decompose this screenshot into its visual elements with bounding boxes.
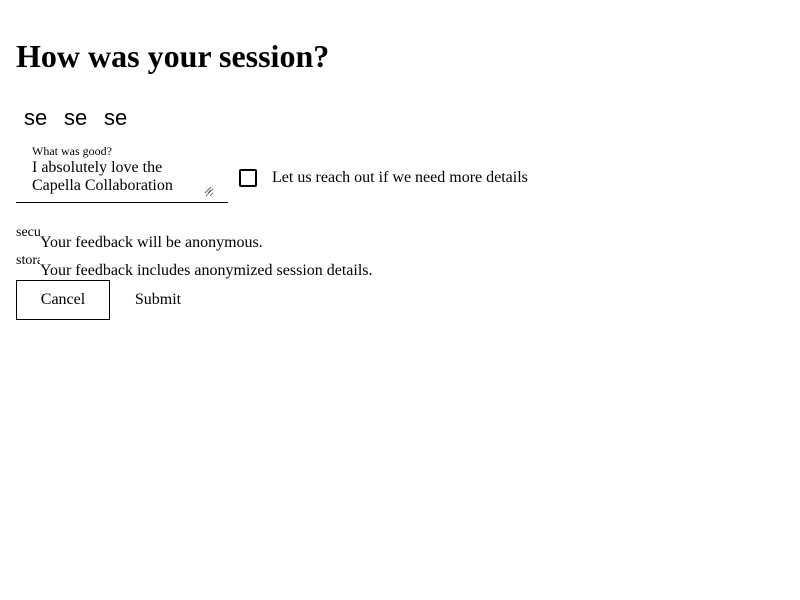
rating-row: se se se xyxy=(24,104,128,132)
cancel-button[interactable]: Cancel xyxy=(16,280,110,320)
security-icon: security xyxy=(16,225,40,240)
page-title: How was your session? xyxy=(16,38,330,74)
sentiment-icon[interactable]: se xyxy=(64,104,88,132)
feedback-textarea[interactable]: I absolutely love the Capella Collaborat… xyxy=(32,159,214,197)
contact-checkbox-label[interactable]: Let us reach out if we need more details xyxy=(272,168,528,188)
storage-icon: storage xyxy=(16,253,40,268)
submit-button[interactable]: Submit xyxy=(118,280,198,320)
anonymity-notice: security Your feedback will be anonymous… xyxy=(16,224,516,252)
contact-checkbox[interactable] xyxy=(239,169,257,187)
feedback-field: What was good? I absolutely love the Cap… xyxy=(16,144,228,203)
session-details-notice: storage Your feedback includes anonymize… xyxy=(16,252,516,280)
sentiment-icon[interactable]: se xyxy=(104,104,128,132)
feedback-field-label: What was good? xyxy=(32,144,112,158)
anonymity-notice-text: Your feedback will be anonymous. xyxy=(40,234,263,251)
session-details-notice-text: Your feedback includes anonymized sessio… xyxy=(40,262,373,279)
sentiment-icon[interactable]: se xyxy=(24,104,48,132)
